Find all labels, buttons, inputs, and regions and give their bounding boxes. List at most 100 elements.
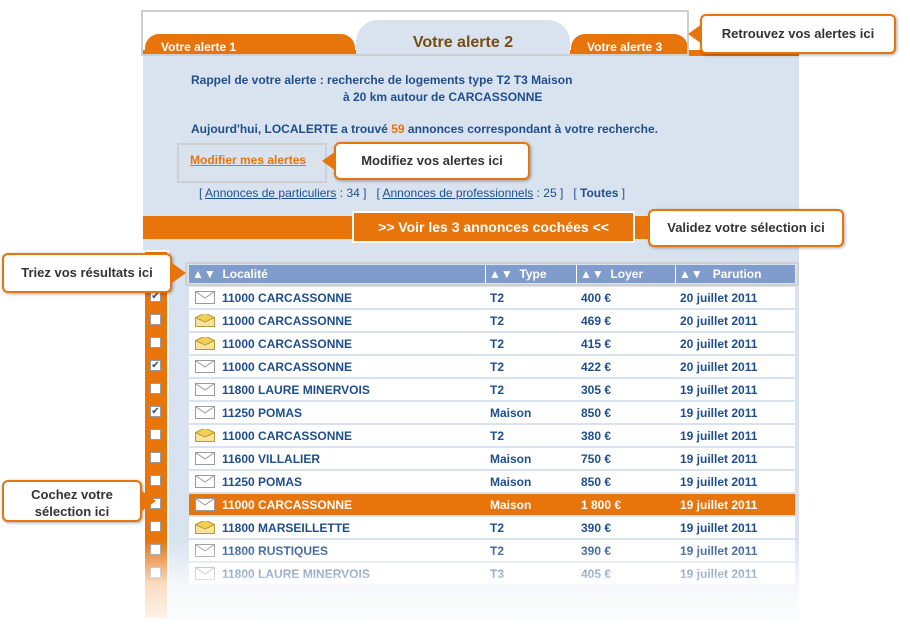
- table-row[interactable]: 11000 CARCASSONNE T2 469 € 20 juillet 2011: [189, 310, 795, 331]
- cell-localite: 11000 CARCASSONNE: [222, 429, 353, 443]
- cell-parution: 19 juillet 2011: [680, 452, 758, 466]
- cell-type: Maison: [490, 406, 532, 420]
- row-checkbox[interactable]: [150, 337, 161, 348]
- callout-check-line1: Cochez votre: [31, 487, 113, 502]
- cell-localite: 11000 CARCASSONNE: [222, 360, 353, 374]
- cell-localite: 11800 MARSEILLETTE: [222, 521, 351, 535]
- table-row[interactable]: 11000 CARCASSONNE T2 380 € 19 juillet 2011: [189, 425, 795, 446]
- table-row[interactable]: 11000 CARCASSONNE Maison 1 800 € 19 juillet…: [189, 494, 795, 515]
- results-count: 59: [391, 122, 405, 136]
- cell-loyer: 850 €: [581, 406, 612, 420]
- cell-localite: 11000 CARCASSONNE: [222, 498, 353, 512]
- envelope-closed-icon: [195, 314, 215, 327]
- cell-parution: 19 juillet 2011: [680, 498, 758, 512]
- envelope-open-icon: [195, 383, 215, 396]
- filter-particuliers-count: 34: [346, 186, 360, 200]
- callout-check-arrow-icon: [142, 491, 156, 511]
- envelope-closed-icon: [195, 521, 215, 534]
- filter-professionnels-link[interactable]: Annonces de professionnels: [383, 186, 534, 200]
- cell-loyer: 305 €: [581, 383, 612, 397]
- callout-tabs-arrow-icon: [688, 24, 702, 44]
- callout-validate-arrow-icon: [636, 218, 650, 238]
- cell-localite: 11000 CARCASSONNE: [222, 314, 353, 328]
- envelope-open-icon: [195, 291, 215, 304]
- cell-type: T2: [490, 291, 505, 305]
- envelope-closed-icon: [195, 429, 215, 442]
- alert-summary-line2: à 20 km autour de CARCASSONNE: [343, 90, 543, 104]
- col-parution-label: Parution: [712, 267, 762, 281]
- ad-source-filters: [ Annonces de particuliers : 34 ] [ Anno…: [199, 186, 626, 200]
- row-checkbox[interactable]: ✔: [150, 406, 161, 417]
- table-row[interactable]: 11800 LAURE MINERVOIS T2 305 € 19 juillet 2…: [189, 379, 795, 400]
- callout-check: Cochez votre sélection ici: [2, 480, 142, 522]
- sort-arrows-icon: ▲▼: [489, 267, 513, 281]
- envelope-closed-icon: [195, 337, 215, 350]
- table-row[interactable]: 11600 VILLALIER Maison 750 € 19 juillet 201…: [189, 448, 795, 469]
- cell-localite: 11000 CARCASSONNE: [222, 337, 353, 351]
- cell-type: T2: [490, 360, 505, 374]
- col-loyer-label: Loyer: [610, 267, 644, 281]
- envelope-open-icon: [195, 406, 215, 419]
- cell-parution: 19 juillet 2011: [680, 521, 758, 535]
- cell-type: T2: [490, 337, 505, 351]
- table-row[interactable]: 11800 MARSEILLETTE T2 390 € 19 juillet 2011: [189, 517, 795, 538]
- row-checkbox[interactable]: [150, 475, 161, 486]
- row-checkbox[interactable]: [150, 452, 161, 463]
- table-row[interactable]: 11000 CARCASSONNE T2 400 € 20 juillet 2011: [189, 287, 795, 308]
- cell-loyer: 390 €: [581, 521, 612, 535]
- cell-localite: 11000 CARCASSONNE: [222, 291, 353, 305]
- table-row[interactable]: 11250 POMAS Maison 850 € 19 juillet 2011: [189, 471, 795, 492]
- cell-parution: 20 juillet 2011: [680, 360, 758, 374]
- row-checkbox[interactable]: [150, 521, 161, 532]
- sort-type-header[interactable]: ▲▼ Type: [489, 267, 547, 281]
- cell-localite: 11250 POMAS: [222, 406, 303, 420]
- table-row[interactable]: 11000 CARCASSONNE T2 422 € 20 juillet 2011: [189, 356, 795, 377]
- cell-type: T2: [490, 521, 505, 535]
- row-checkbox[interactable]: ✔: [150, 360, 161, 371]
- results-count-text: Aujourd'hui, LOCALERTE a trouvé 59 annon…: [191, 122, 658, 136]
- table-row[interactable]: 11000 CARCASSONNE T2 415 € 20 juillet 2011: [189, 333, 795, 354]
- row-checkbox[interactable]: [150, 429, 161, 440]
- cell-parution: 19 juillet 2011: [680, 406, 758, 420]
- sort-loyer-header[interactable]: ▲▼ Loyer: [580, 267, 643, 281]
- envelope-open-icon: [195, 452, 215, 465]
- cell-parution: 19 juillet 2011: [680, 383, 758, 397]
- cell-type: T2: [490, 383, 505, 397]
- filter-professionnels-count: 25: [543, 186, 557, 200]
- sort-arrows-icon: ▲▼: [580, 267, 604, 281]
- sort-arrows-icon: ▲▼: [192, 267, 216, 281]
- cell-loyer: 400 €: [581, 291, 612, 305]
- results-prefix: Aujourd'hui, LOCALERTE a trouvé: [191, 122, 388, 136]
- row-checkbox[interactable]: [150, 383, 161, 394]
- cell-parution: 20 juillet 2011: [680, 314, 758, 328]
- cell-type: Maison: [490, 498, 532, 512]
- cell-loyer: 422 €: [581, 360, 612, 374]
- cell-loyer: 750 €: [581, 452, 612, 466]
- list-fade-overlay: [143, 540, 799, 638]
- cell-type: Maison: [490, 475, 532, 489]
- sort-parution-header[interactable]: ▲▼ Parution: [679, 267, 761, 281]
- cell-type: Maison: [490, 452, 532, 466]
- row-checkbox[interactable]: [150, 314, 161, 325]
- callout-check-line2: sélection ici: [34, 504, 110, 519]
- sort-localite-header[interactable]: ▲▼ Localité: [192, 267, 268, 281]
- cell-parution: 20 juillet 2011: [680, 291, 758, 305]
- callout-tabs: Retrouvez vos alertes ici: [700, 14, 896, 54]
- cell-localite: 11250 POMAS: [222, 475, 303, 489]
- cell-localite: 11800 LAURE MINERVOIS: [222, 383, 370, 397]
- filter-all-link[interactable]: Toutes: [580, 186, 618, 200]
- cell-loyer: 850 €: [581, 475, 612, 489]
- cell-loyer: 469 €: [581, 314, 612, 328]
- cell-loyer: 415 €: [581, 337, 612, 351]
- table-row[interactable]: 11250 POMAS Maison 850 € 19 juillet 2011: [189, 402, 795, 423]
- cell-parution: 19 juillet 2011: [680, 475, 758, 489]
- view-checked-ads-button[interactable]: >> Voir les 3 annonces cochées <<: [352, 211, 635, 243]
- col-localite-label: Localité: [222, 267, 268, 281]
- cell-loyer: 1 800 €: [581, 498, 622, 512]
- modify-alerts-link[interactable]: Modifier mes alertes: [190, 153, 306, 167]
- cell-localite: 11600 VILLALIER: [222, 452, 321, 466]
- results-table-header: ▲▼ Localité ▲▼ Type ▲▼ Loyer ▲▼ Parution: [189, 265, 795, 283]
- callout-modify-arrow-icon: [322, 151, 336, 171]
- envelope-open-icon: [195, 360, 215, 373]
- filter-particuliers-link[interactable]: Annonces de particuliers: [205, 186, 336, 200]
